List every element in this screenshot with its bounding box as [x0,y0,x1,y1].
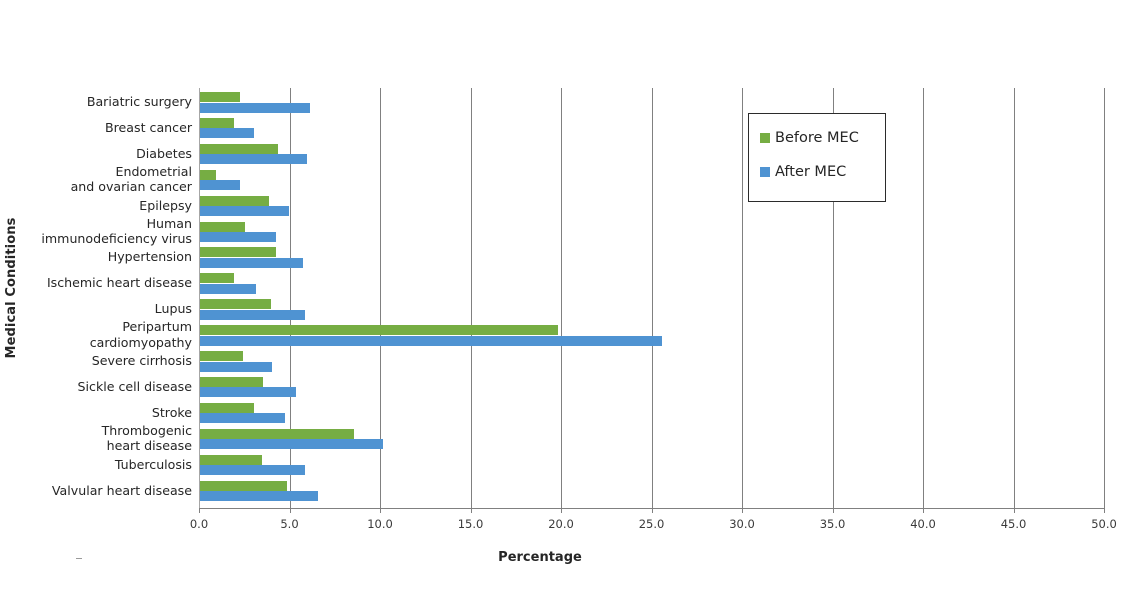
bar [200,413,286,424]
gridline [651,88,653,508]
tick-mark [832,508,834,513]
bar [200,428,354,439]
tick-mark [1104,508,1105,513]
bar [200,465,305,476]
tick-mark [199,508,200,513]
bar [200,247,277,258]
bar [200,169,217,180]
gridline [923,88,924,508]
bar-chart: Medical Conditions Percentage Bariatric … [0,0,1132,589]
bar [200,361,273,372]
category-label: Lupus [154,301,192,317]
tick-mark [470,508,472,513]
legend: Before MEC After MEC [748,113,886,202]
bar [200,491,318,501]
bar [200,273,235,284]
legend-swatch-before [760,133,770,143]
gridline [561,88,562,508]
bar [200,387,296,398]
x-tick-label: 5.0 [280,517,299,531]
tick-mark [651,508,653,513]
legend-label-after: After MEC [775,164,847,180]
category-label: Tuberculosis [114,456,192,472]
x-tick-label: 25.0 [638,517,665,531]
bar [200,195,269,206]
legend-item-after: After MEC [760,164,846,180]
x-tick-label: 35.0 [819,517,846,531]
tick-mark [380,508,381,513]
x-tick-label: 15.0 [457,517,484,531]
bar [200,117,235,128]
legend-swatch-after [760,167,770,177]
category-label: Bariatric surgery [86,94,192,109]
category-label: Peripartum cardiomyopathy [89,319,192,350]
bar [200,439,383,450]
category-label: Hypertension [107,249,192,265]
gridline [470,88,472,508]
tick-mark [742,508,743,513]
bar [200,92,240,102]
tick-mark [1013,508,1015,513]
x-tick-label: 50.0 [1091,517,1117,531]
bar [200,454,262,465]
legend-item-before: Before MEC [760,130,859,146]
x-tick-label: 0.0 [189,517,209,531]
category-label: Valvular heart disease [51,482,192,498]
bar [200,309,305,320]
x-tick-label: 45.0 [1000,517,1027,531]
corner-artifact [76,558,82,559]
bar [200,299,271,310]
bar [200,128,255,139]
gridline [1013,88,1015,508]
plot-area: 0.0 5.0 10.0 15.0 20.0 25.0 30.0 35.0 40.0 45.0 50… [190,88,1117,531]
category-label: Epilepsy [139,197,192,213]
bar [200,221,246,232]
bar [200,180,240,191]
bar [200,283,257,294]
category-label: Sickle cell disease [77,378,192,394]
legend-label-before: Before MEC [775,130,859,146]
category-label: Thrombogenic heart disease [101,422,192,454]
gridline [742,88,743,508]
category-label: Diabetes [136,145,192,161]
x-tick-label: 40.0 [910,517,936,531]
gridline [1104,88,1105,508]
bar [200,154,307,165]
bar [200,335,662,346]
tick-mark [561,508,562,513]
bar [200,206,289,217]
category-label: Endometrial and ovarian cancer [70,163,192,195]
category-label: Ischemic heart disease [46,275,192,291]
bar [200,376,264,387]
bar [200,480,287,491]
bar [200,351,244,361]
bar [200,325,559,336]
bar [200,402,255,413]
bar [200,102,311,113]
category-label: Stroke [151,404,192,420]
category-label: Severe cirrhosis [91,353,192,368]
x-tick-label: 30.0 [729,517,755,531]
x-tick-label: 20.0 [548,517,574,531]
tick-mark [923,508,924,513]
tick-mark [289,508,291,513]
category-label: Human immunodeficiency virus [41,215,192,247]
x-axis-title: Percentage [498,550,582,565]
bar [200,232,277,242]
bar [200,257,304,268]
category-label: Breast cancer [105,119,192,135]
bar [200,143,278,154]
x-tick-label: 10.0 [367,517,393,531]
